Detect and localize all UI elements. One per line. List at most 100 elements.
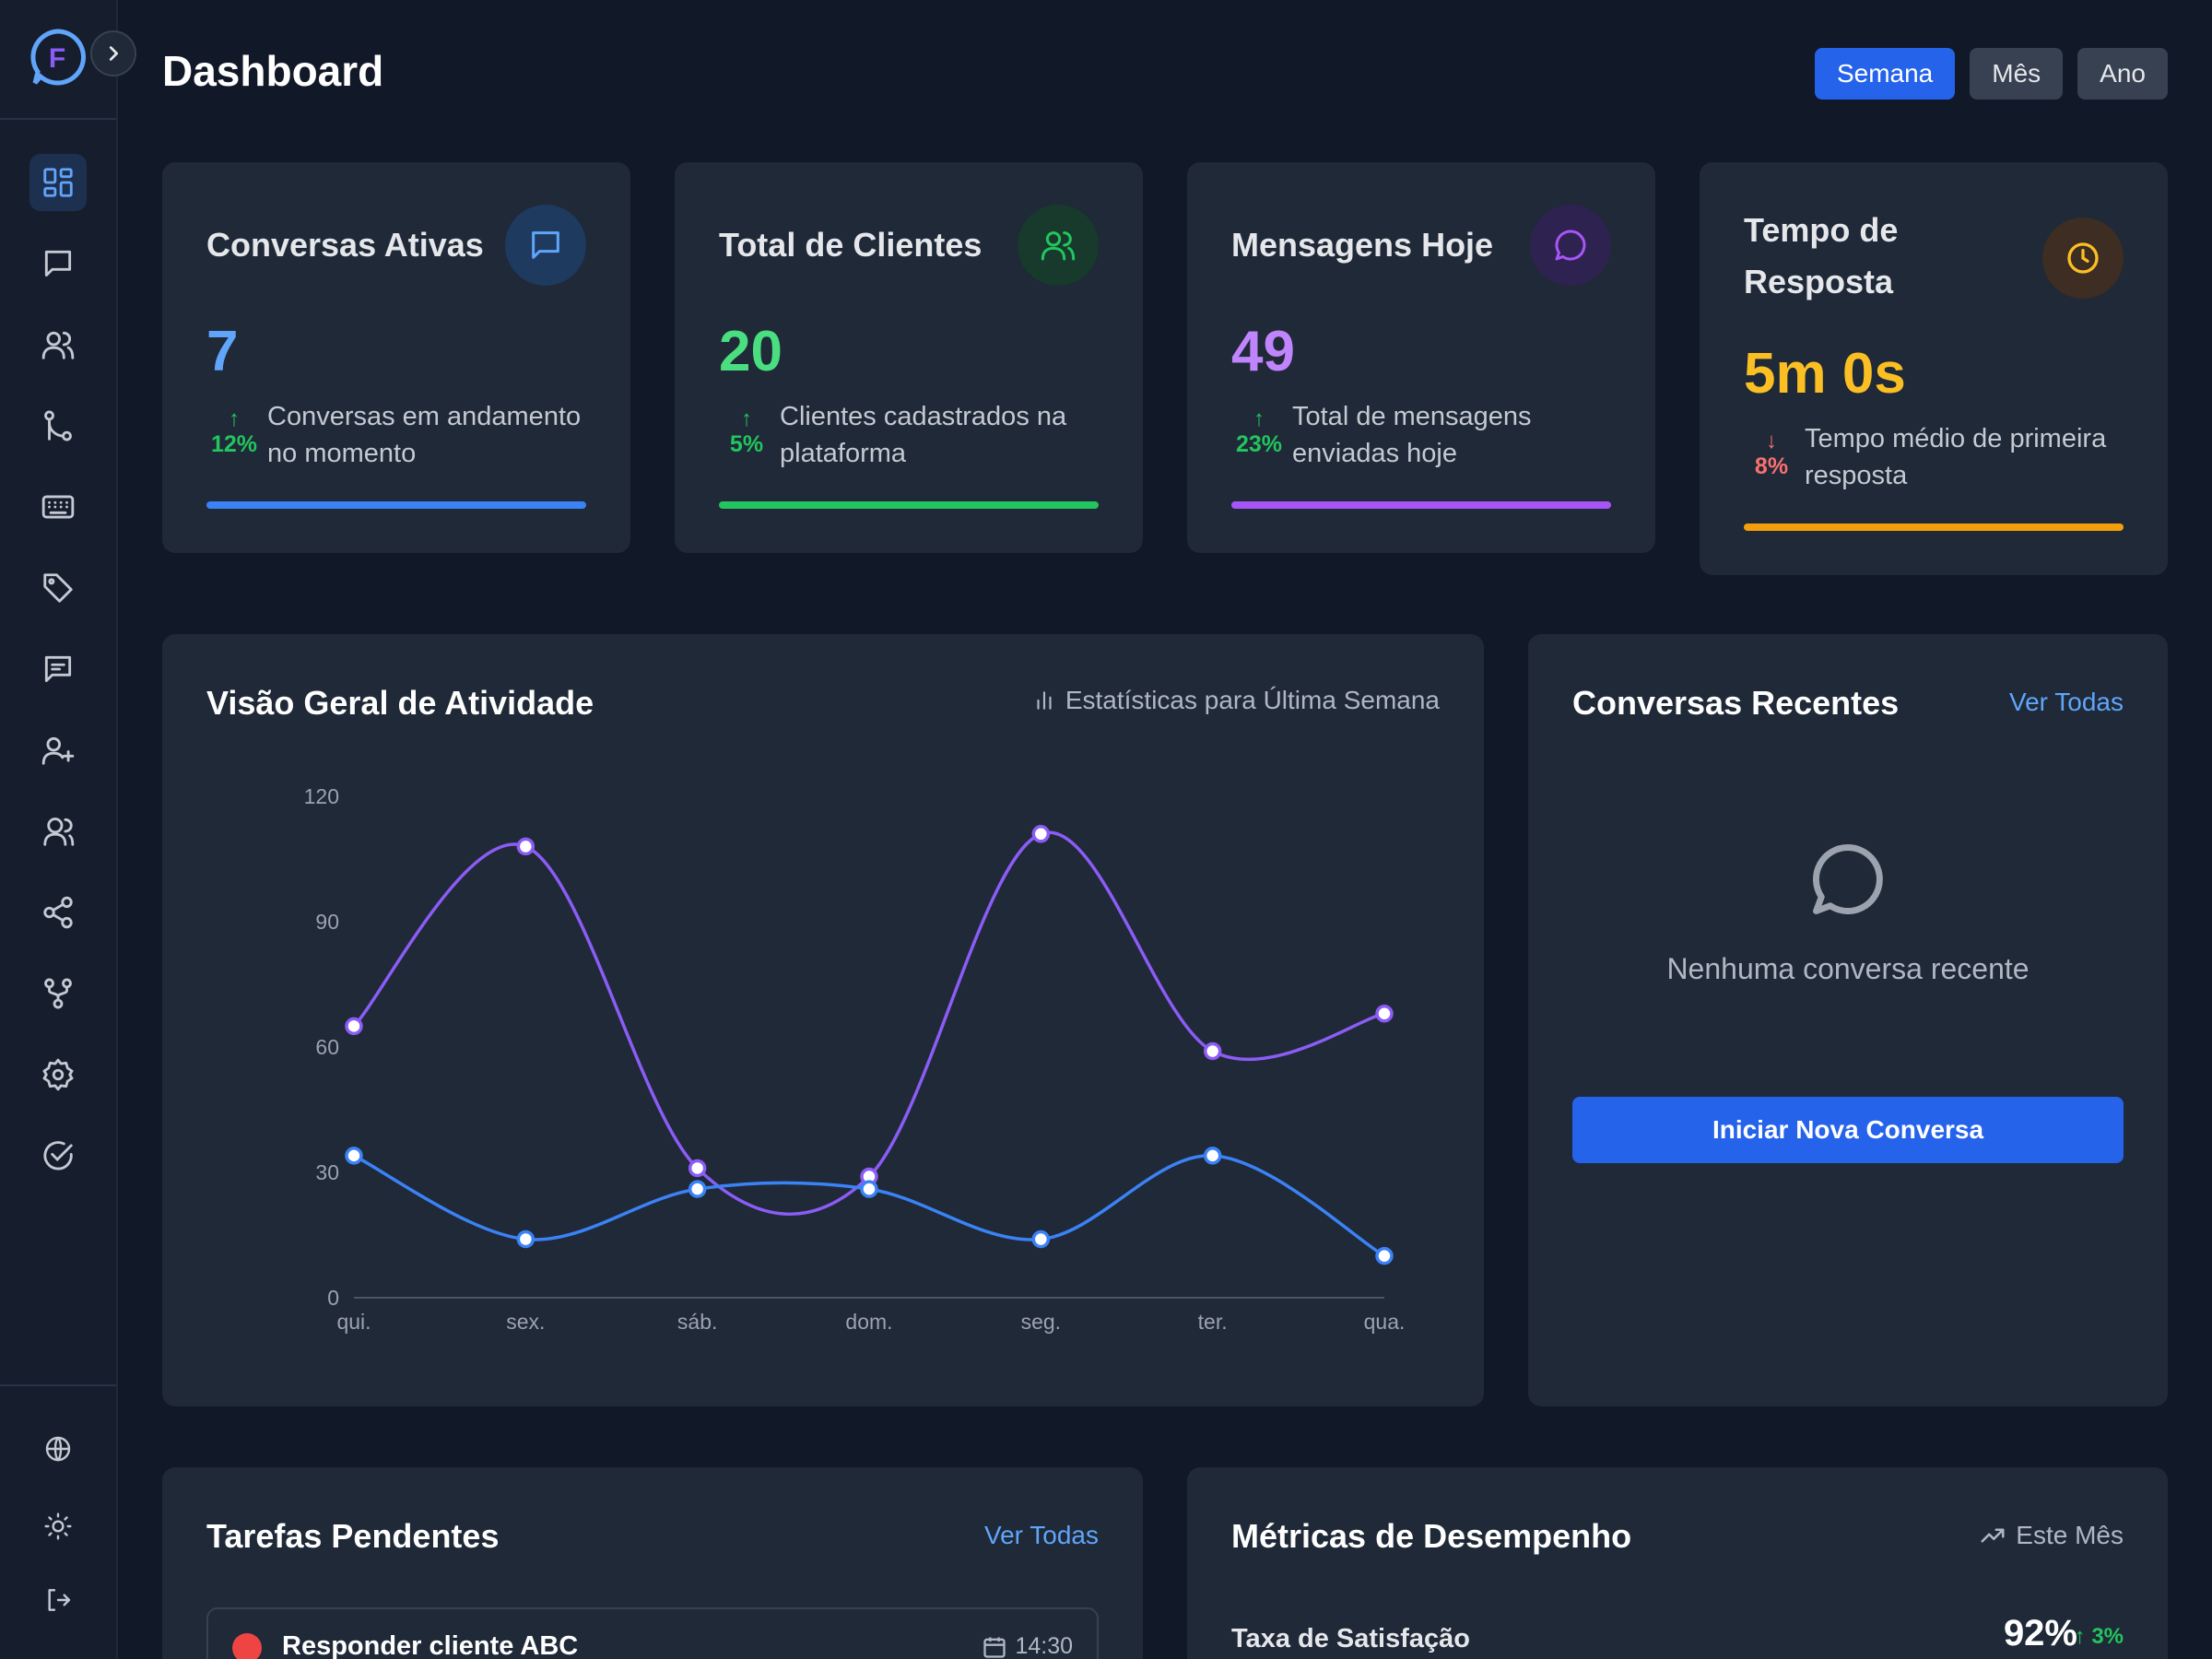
chat-icon (532, 231, 559, 259)
period-year-button[interactable]: Ano (2077, 48, 2168, 100)
x-tick-label: qui. (336, 1310, 371, 1334)
arrow-up-icon: ↑ (1253, 406, 1265, 431)
y-tick-label: 60 (315, 1035, 339, 1059)
metric-label: Taxa de Satisfação (1231, 1624, 1470, 1653)
stat-progress-bar (1231, 501, 1611, 509)
stat-card-total-clients: Total de Clientes 20 ↑ 5% Clientes cadas… (675, 162, 1143, 553)
nav-theme-toggle[interactable] (29, 1498, 87, 1555)
stat-change-value: 23% (1235, 431, 1283, 457)
sidebar-expand-button[interactable] (90, 30, 136, 76)
data-point[interactable] (516, 837, 535, 856)
stat-change-value: 12% (210, 431, 258, 457)
stat-change-value: 8% (1754, 453, 1789, 479)
arrow-up-icon: ↑ (2074, 1624, 2086, 1649)
data-point[interactable] (516, 1230, 535, 1249)
data-point[interactable] (1375, 1004, 1394, 1023)
nav-contacts[interactable] (29, 316, 87, 373)
period-selector: Semana Mês Ano (1814, 48, 2168, 100)
keyboard-icon (41, 495, 75, 519)
app-logo[interactable]: F (28, 28, 87, 87)
stat-value: 20 (719, 320, 782, 383)
data-point[interactable] (688, 1180, 707, 1198)
metric-value: 92% (2003, 1613, 2077, 1653)
stat-title: Mensagens Hoje (1231, 226, 1494, 264)
data-point[interactable] (1031, 825, 1051, 843)
task-time: 14:30 (982, 1633, 1073, 1659)
data-point[interactable] (345, 1017, 363, 1036)
data-point[interactable] (1375, 1246, 1394, 1265)
data-point[interactable] (1031, 1230, 1051, 1249)
message-circle-icon (1813, 844, 1883, 914)
flow-icon (44, 978, 72, 1009)
stat-change: ↑ 23% (1231, 407, 1287, 458)
stat-description: Conversas em andamento no momento (267, 402, 582, 468)
message-lines-icon (44, 655, 72, 683)
nav-integrations[interactable] (29, 884, 87, 941)
x-tick-label: sex. (506, 1310, 545, 1334)
y-tick-label: 30 (315, 1160, 339, 1184)
sun-icon (44, 1512, 72, 1540)
stat-progress-bar (1744, 524, 2124, 531)
nav-conversations[interactable] (29, 235, 87, 292)
nav-workflows[interactable] (29, 965, 87, 1022)
chevron-right-icon (109, 46, 119, 61)
nav-add-user[interactable] (29, 722, 87, 779)
globe-icon (45, 1436, 71, 1462)
stat-title: Total de Clientes (719, 226, 982, 264)
data-point[interactable] (688, 1159, 707, 1178)
logout-icon (48, 1589, 71, 1611)
stat-icon-badge (2042, 218, 2124, 299)
activity-line-chart: 0 30 60 90 120 qui. sex. sáb. dom. seg. ter. qua. (304, 784, 1406, 1334)
task-item[interactable]: Responder cliente ABC 14:30 (206, 1607, 1099, 1659)
message-circle-icon (1555, 229, 1586, 261)
gear-icon (42, 1058, 74, 1091)
stat-icon-badge (1530, 205, 1611, 286)
stat-change: ↑ 12% (206, 407, 262, 458)
stat-change: ↑ 5% (719, 407, 774, 458)
nav-shortcuts[interactable] (29, 478, 87, 535)
empty-state-text: Nenhuma conversa recente (1666, 952, 2030, 985)
start-new-conversation-button[interactable]: Iniciar Nova Conversa (1572, 1097, 2124, 1163)
panel-title: Tarefas Pendentes (206, 1517, 500, 1555)
y-tick-label: 90 (315, 910, 339, 934)
stat-progress-bar (206, 501, 586, 509)
tag-icon (43, 573, 73, 603)
nav-tasks[interactable] (29, 1127, 87, 1184)
data-point[interactable] (1203, 1147, 1222, 1165)
data-point[interactable] (1203, 1041, 1222, 1061)
branch-icon (44, 410, 72, 441)
nav-language[interactable] (29, 1420, 87, 1477)
nav-teams[interactable] (29, 803, 87, 860)
check-circle-icon (43, 1141, 73, 1171)
nav-logout[interactable] (29, 1571, 87, 1629)
logo-icon: F (30, 29, 86, 86)
y-tick-label: 120 (304, 784, 339, 808)
view-all-conversations-link[interactable]: Ver Todas (2009, 688, 2124, 717)
dashboard-icon (43, 168, 73, 197)
stat-description: Tempo médio de primeira resposta (1805, 424, 2107, 490)
data-point[interactable] (860, 1180, 878, 1198)
nav-settings[interactable] (29, 1046, 87, 1103)
nav-flows[interactable] (29, 397, 87, 454)
metrics-period-label: Este Mês (1979, 1521, 2124, 1550)
stat-card-messages-today: Mensagens Hoje 49 ↑ 23% Total de mensage… (1187, 162, 1655, 553)
nav-tags[interactable] (29, 559, 87, 617)
nav-messages[interactable] (29, 641, 87, 698)
page-title: Dashboard (162, 47, 384, 95)
panel-title: Métricas de Desempenho (1231, 1517, 1632, 1555)
nav-dashboard[interactable] (29, 154, 87, 211)
stat-icon-badge (505, 205, 586, 286)
activity-overview-panel: Visão Geral de Atividade Estatísticas pa… (162, 634, 1484, 1406)
period-month-button[interactable]: Mês (1970, 48, 2064, 100)
sidebar-divider (0, 118, 116, 120)
chat-icon (44, 250, 72, 277)
stat-description: Total de mensagens enviadas hoje (1292, 402, 1532, 468)
view-all-tasks-link[interactable]: Ver Todas (984, 1521, 1099, 1550)
period-week-button[interactable]: Semana (1814, 48, 1956, 100)
team-icon (43, 818, 75, 846)
metrics-period-text: Este Mês (2016, 1521, 2124, 1549)
stat-card-active-conversations: Conversas Ativas 7 ↑ 12% Conversas em an… (162, 162, 630, 553)
stat-description: Clientes cadastrados na plataforma (780, 402, 1067, 468)
data-point[interactable] (345, 1147, 363, 1165)
task-title: Responder cliente ABC (282, 1631, 579, 1659)
